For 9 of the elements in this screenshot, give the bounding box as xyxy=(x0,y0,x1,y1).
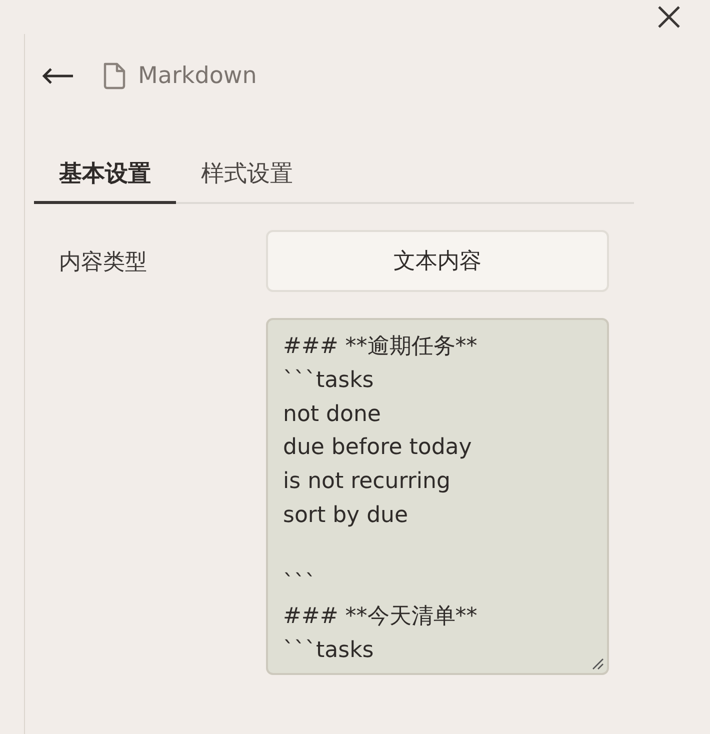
page-title: Markdown xyxy=(138,63,257,89)
tab[interactable]: 样式设置 xyxy=(176,158,318,204)
content-type-button[interactable]: 文本内容 xyxy=(266,230,609,292)
back-arrow-icon[interactable] xyxy=(42,67,74,85)
close-icon[interactable] xyxy=(656,4,682,30)
tab[interactable]: 基本设置 xyxy=(34,158,176,204)
resize-handle-icon[interactable] xyxy=(590,656,604,670)
text-area[interactable]: ### **逾期任务** ```tasks not done due before today is not recurring sort by due ``` ### **今天清单** ```tasks xyxy=(266,318,609,675)
field-label: 内容类型 xyxy=(58,249,148,277)
